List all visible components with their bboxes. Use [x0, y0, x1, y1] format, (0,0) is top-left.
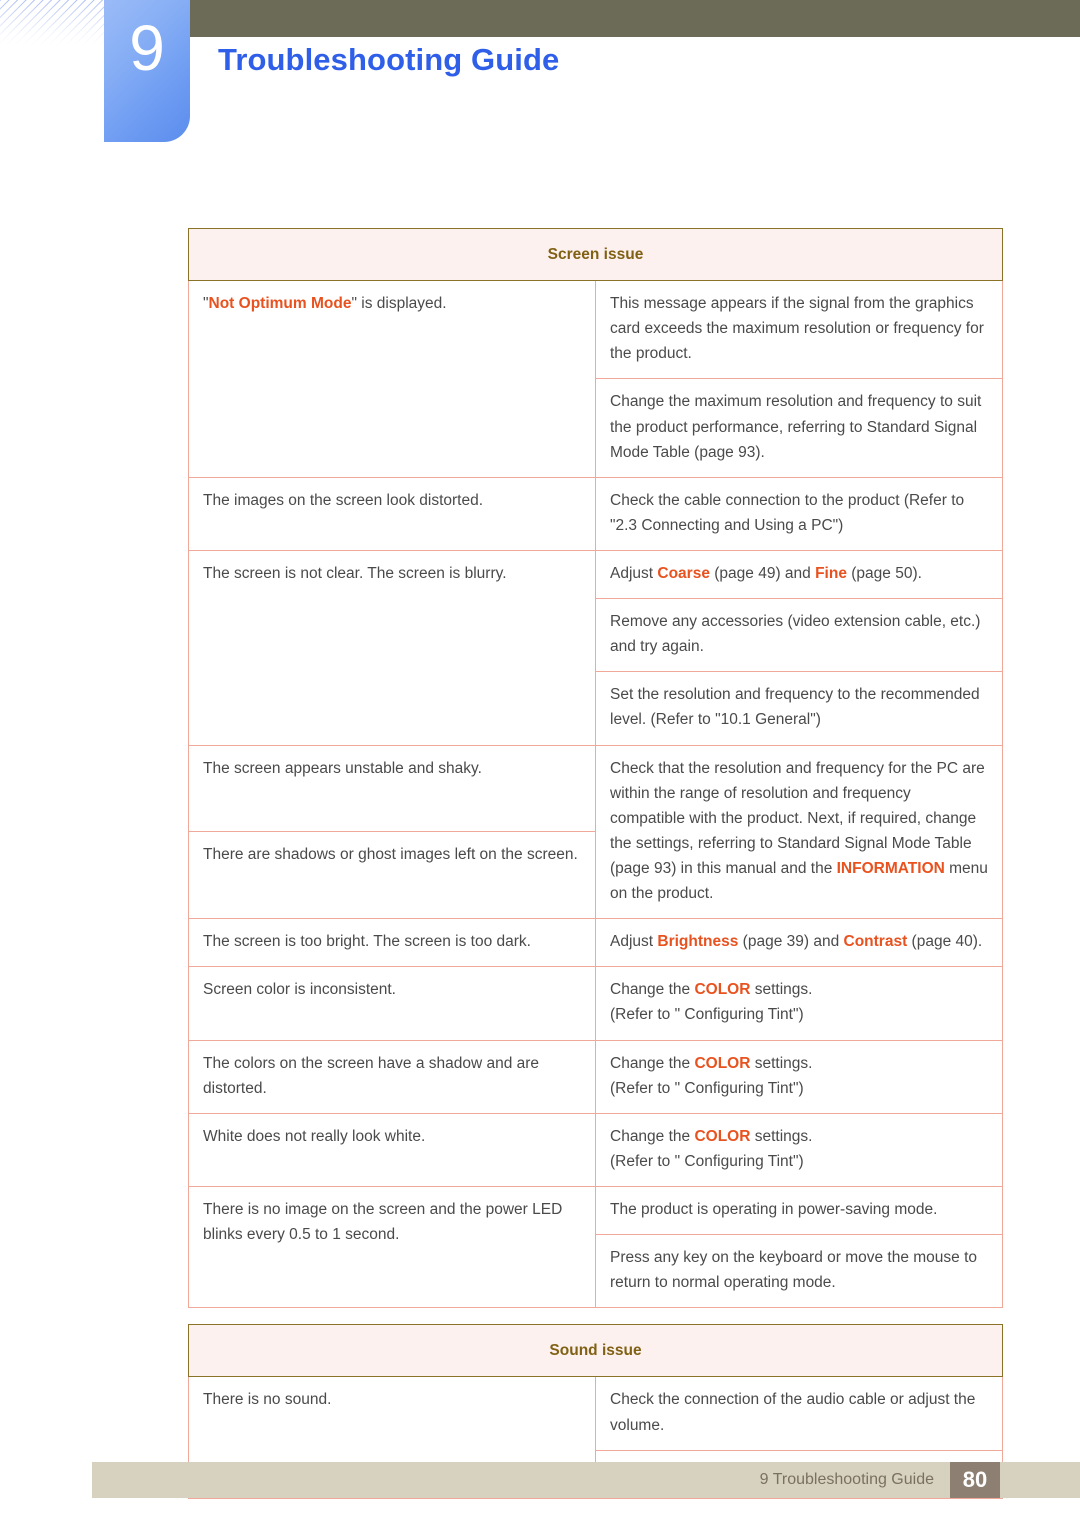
text-run: Remove any accessories (video extension …: [610, 613, 981, 656]
text-run: Change the: [610, 1054, 695, 1072]
footer-inner: 9 Troubleshooting Guide 80: [760, 1462, 1000, 1498]
text-run: Check the cable connection to the produc…: [610, 491, 965, 534]
text-run: The screen appears unstable and shaky.: [203, 759, 482, 777]
text-run: Press any key on the keyboard or move th…: [610, 1249, 978, 1292]
symptom-cell: The colors on the screen have a shadow a…: [188, 1039, 596, 1114]
text-run: (Refer to " Configuring Tint"): [610, 1006, 804, 1024]
text-run: settings.: [750, 981, 813, 999]
table-row: The images on the screen look distorted.…: [188, 476, 1003, 551]
text-run: The colors on the screen have a shadow a…: [203, 1054, 540, 1097]
symptom-cell: "Not Optimum Mode" is displayed.: [188, 280, 596, 478]
text-run: The screen is not clear. The screen is b…: [203, 564, 507, 582]
solution-cell: Set the resolution and frequency to the …: [595, 671, 1003, 746]
solution-cell: The product is operating in power-saving…: [595, 1185, 1003, 1236]
chapter-number-tab: 9: [104, 0, 190, 142]
section-title: Screen issue: [188, 228, 1003, 282]
table-section-header-row: Screen issue: [188, 228, 1003, 282]
text-run: (Refer to " Configuring Tint"): [610, 1152, 804, 1170]
symptom-cell: The screen appears unstable and shaky.: [188, 744, 596, 833]
solution-cell: Change the COLOR settings. (Refer to " Co…: [595, 1039, 1003, 1114]
text-run: (Refer to " Configuring Tint"): [610, 1079, 804, 1097]
symptom-cell: Screen color is inconsistent.: [188, 966, 596, 1041]
text-run: White does not really look white.: [203, 1127, 426, 1145]
solution-cell: Check the connection of the audio cable …: [595, 1376, 1003, 1451]
table-row: The colors on the screen have a shadow a…: [188, 1039, 1003, 1114]
text-run: " is displayed.: [351, 295, 447, 313]
text-run: Set the resolution and frequency to the …: [610, 686, 980, 729]
highlighted-term: Fine: [815, 564, 847, 582]
symptom-cell: The images on the screen look distorted.: [188, 476, 596, 551]
solution-cell: Change the COLOR settings. (Refer to " Co…: [595, 1112, 1003, 1187]
solution-cell: Adjust Coarse (page 49) and Fine (page 5…: [595, 549, 1003, 600]
symptom-cell: The screen is not clear. The screen is b…: [188, 549, 596, 746]
text-run: This message appears if the signal from …: [610, 295, 984, 363]
table-section-header-row: Sound issue: [188, 1324, 1003, 1378]
text-run: settings.: [750, 1054, 813, 1072]
section-title: Sound issue: [188, 1324, 1003, 1378]
text-run: The screen is too bright. The screen is …: [203, 933, 531, 951]
table-row: Screen color is inconsistent. Change the …: [188, 966, 1003, 1041]
troubleshooting-tables: Screen issue "Not Optimum Mode" is displa…: [188, 228, 1003, 1515]
page-number-badge: 80: [950, 1462, 1000, 1498]
table-row: There is no image on the screen and the …: [188, 1185, 1003, 1309]
solution-cell: This message appears if the signal from …: [595, 280, 1003, 380]
text-run: Change the maximum resolution and freque…: [610, 393, 982, 461]
text-run: (page 49) and: [709, 564, 816, 582]
solution-cell: Remove any accessories (video extension …: [595, 598, 1003, 673]
highlighted-term: COLOR: [694, 1127, 751, 1145]
text-run: Change the: [610, 1127, 695, 1145]
table-row: The screen is too bright. The screen is …: [188, 918, 1003, 968]
highlighted-term: COLOR: [694, 1054, 751, 1072]
text-run: (page 40).: [907, 933, 983, 951]
text-run: settings.: [750, 1127, 813, 1145]
solution-cell: Press any key on the keyboard or move th…: [595, 1234, 1003, 1309]
solution-cell: Check the cable connection to the produc…: [595, 476, 1003, 551]
symptom-cell: White does not really look white.: [188, 1112, 596, 1187]
symptom-cell: The screen is too bright. The screen is …: [188, 918, 596, 968]
page-title: Troubleshooting Guide: [218, 42, 560, 77]
solution-cell: Change the maximum resolution and freque…: [595, 378, 1003, 478]
text-run: There is no image on the screen and the …: [203, 1200, 563, 1244]
highlighted-term: Contrast: [843, 933, 908, 951]
table-row: The screen appears unstable and shaky. Ch…: [188, 744, 1003, 920]
symptom-cell: There is no image on the screen and the …: [188, 1185, 596, 1309]
diagonal-hatch-decoration: [0, 0, 108, 46]
highlighted-term: Brightness: [657, 933, 739, 951]
table-row: The screen is not clear. The screen is b…: [188, 549, 1003, 746]
page-footer: 9 Troubleshooting Guide 80: [92, 1462, 1080, 1498]
symptom-cell: There are shadows or ghost images left o…: [188, 831, 596, 920]
highlighted-term: INFORMATION: [836, 859, 945, 877]
text-run: Screen color is inconsistent.: [203, 981, 396, 999]
footer-chapter-label: 9 Troubleshooting Guide: [759, 1471, 934, 1488]
page-header: 9 Troubleshooting Guide: [0, 0, 1080, 160]
text-run: The product is operating in power-saving…: [610, 1200, 938, 1218]
solution-cell: Adjust Brightness (page 39) and Contrast…: [595, 918, 1003, 968]
table-row: There is no sound. Check the connection o…: [188, 1376, 1003, 1499]
text-run: Check the connection of the audio cable …: [610, 1391, 976, 1434]
text-run: Change the: [610, 981, 695, 999]
text-run: (page 39) and: [738, 933, 844, 951]
text-run: There is no sound.: [203, 1391, 332, 1409]
text-run: Adjust: [610, 564, 658, 582]
solution-cell: Change the COLOR settings. (Refer to " Co…: [595, 966, 1003, 1041]
table-row: White does not really look white. Change …: [188, 1112, 1003, 1187]
header-olive-bar: [188, 0, 1080, 37]
text-run: There are shadows or ghost images left o…: [203, 846, 578, 864]
highlighted-term: Coarse: [657, 564, 710, 582]
text-run: (page 50).: [846, 564, 922, 582]
solution-cell: Check that the resolution and frequency …: [595, 744, 1003, 920]
text-run: Adjust: [610, 933, 658, 951]
highlighted-term: Not Optimum Mode: [208, 295, 352, 313]
table-row: "Not Optimum Mode" is displayed. This mes…: [188, 280, 1003, 478]
highlighted-term: COLOR: [694, 981, 751, 999]
text-run: The images on the screen look distorted.: [203, 491, 484, 509]
issue-table: Screen issue "Not Optimum Mode" is displa…: [188, 228, 1003, 1309]
